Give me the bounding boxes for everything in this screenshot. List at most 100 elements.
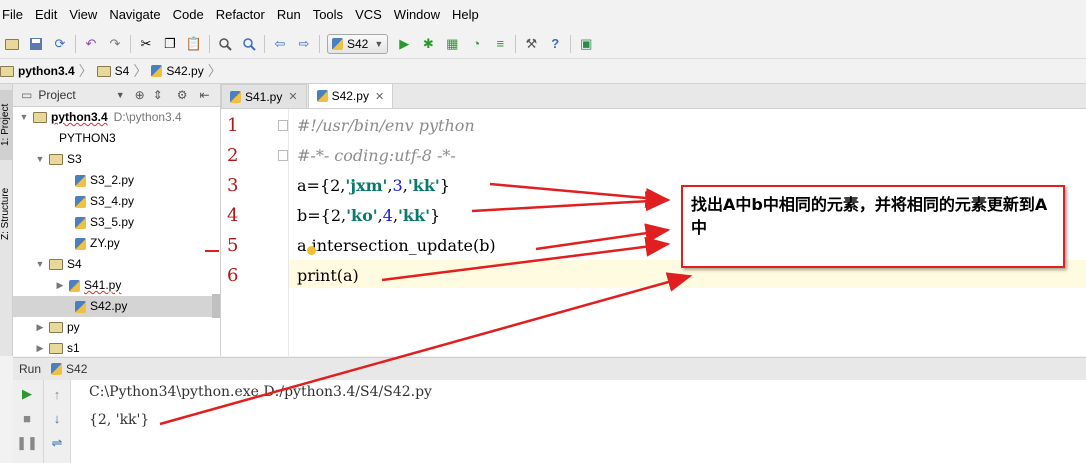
menu-run[interactable]: Run: [271, 0, 307, 30]
menu-view[interactable]: View: [63, 0, 103, 30]
collapse-arrow-icon: ▶: [36, 343, 44, 353]
menu-refactor[interactable]: Refactor: [210, 0, 271, 30]
help-icon[interactable]: ?: [547, 36, 563, 52]
redo-icon[interactable]: ↷: [107, 36, 123, 52]
tree-item-s3-2[interactable]: S3_2.py: [75, 170, 134, 191]
breadcrumb-item[interactable]: S4: [93, 64, 134, 78]
menu-window[interactable]: Window: [388, 0, 446, 30]
code-line-4: b={2,'ko',4,'kk'}: [297, 206, 441, 225]
toolbar-separator: [319, 35, 320, 53]
line-number: 1: [227, 115, 239, 136]
soft-wrap-icon[interactable]: ⇌: [49, 435, 65, 451]
collapse-arrow-icon: ▶: [56, 280, 64, 290]
project-tool-tab[interactable]: 1: Project: [0, 90, 12, 160]
pause-icon[interactable]: ❚❚: [16, 435, 38, 451]
hide-panel-icon[interactable]: ⇤: [200, 88, 210, 102]
run-panel-config[interactable]: S42: [66, 362, 87, 376]
toolbar-separator: [209, 35, 210, 53]
menu-tools[interactable]: Tools: [307, 0, 349, 30]
fold-marker-icon[interactable]: [278, 150, 288, 161]
replace-icon[interactable]: [241, 36, 257, 52]
sync-icon[interactable]: ⟳: [52, 36, 68, 52]
python-file-icon: [316, 90, 328, 102]
breadcrumb-item[interactable]: S42.py: [147, 64, 207, 78]
run-config-select[interactable]: S42 ▼: [327, 34, 389, 54]
tree-item-s41[interactable]: ▶ S41.py: [55, 275, 122, 296]
tree-item-s1[interactable]: ▶ s1: [35, 338, 80, 359]
tree-item-s4[interactable]: ▼ S4: [35, 254, 82, 275]
line-number: 2: [227, 145, 239, 166]
settings-icon[interactable]: ⚒: [523, 36, 539, 52]
coverage-icon[interactable]: ▦: [444, 36, 460, 52]
run-config-label: S42: [347, 37, 369, 51]
run-panel-title[interactable]: Run: [19, 362, 41, 376]
rerun-icon[interactable]: ▶: [19, 386, 35, 402]
concurrency-icon[interactable]: ≡: [492, 36, 508, 52]
python-file-icon: [332, 38, 343, 50]
close-icon[interactable]: ✕: [375, 90, 384, 103]
lightbulb-icon[interactable]: [307, 246, 316, 255]
sdk-icon[interactable]: ▣: [578, 36, 594, 52]
tab-s41[interactable]: S41.py ✕: [221, 84, 307, 108]
copy-icon[interactable]: ❐: [162, 36, 178, 52]
back-icon[interactable]: ⇦: [272, 36, 288, 52]
code-line-3: a={2,'jxm',3,'kk'}: [297, 176, 450, 195]
python-file-icon: [75, 195, 86, 208]
project-view-label[interactable]: Project: [38, 88, 75, 102]
collapse-all-icon[interactable]: ⇕: [153, 88, 163, 102]
folder-open-icon[interactable]: [4, 36, 20, 52]
paste-icon[interactable]: 📋: [186, 36, 202, 52]
tree-root-python3.4[interactable]: ▼ python3.4 D:\python3.4: [19, 107, 182, 128]
console-line-output: {2, 'kk'}: [89, 412, 150, 428]
scroll-up-icon[interactable]: ↑: [49, 386, 65, 402]
breadcrumb-separator: 〉: [78, 63, 93, 79]
console-line-command: C:\Python34\python.exe D:/python3.4/S4/S…: [89, 384, 432, 400]
run-icon[interactable]: ▶: [396, 36, 412, 52]
tree-item-py[interactable]: ▶ py: [35, 317, 80, 338]
find-icon[interactable]: [217, 36, 233, 52]
annotation-mark: [205, 250, 219, 252]
chevron-down-icon: ▼: [374, 39, 384, 49]
cut-icon[interactable]: ✂: [138, 36, 154, 52]
menu-vcs[interactable]: VCS: [349, 0, 388, 30]
python-file-icon: [151, 65, 163, 77]
menu-edit[interactable]: Edit: [29, 0, 63, 30]
forward-icon[interactable]: ⇨: [296, 36, 312, 52]
annotation-text: 找出A中b中相同的元素，并将相同的元素更新到A中: [691, 195, 1048, 237]
tree-item-s3[interactable]: ▼ S3: [35, 149, 82, 170]
python-file-icon: [69, 279, 80, 292]
scroll-down-icon[interactable]: ↓: [49, 410, 65, 426]
breadcrumb-item[interactable]: python3.4: [0, 64, 79, 78]
structure-tool-tab[interactable]: Z: Structure: [0, 174, 12, 254]
undo-icon[interactable]: ↶: [83, 36, 99, 52]
tree-item-s3-4[interactable]: S3_4.py: [75, 191, 134, 212]
menu-code[interactable]: Code: [167, 0, 210, 30]
menu-navigate[interactable]: Navigate: [103, 0, 166, 30]
gear-icon[interactable]: ⚙: [177, 88, 188, 102]
tree-item-s42[interactable]: S42.py: [13, 296, 212, 317]
debug-icon[interactable]: ✱: [420, 36, 436, 52]
folder-icon: [49, 154, 63, 165]
chevron-down-icon[interactable]: ▼: [116, 90, 125, 100]
run-console[interactable]: C:\Python34\python.exe D:/python3.4/S4/S…: [71, 380, 1086, 463]
fold-marker-icon[interactable]: [278, 120, 288, 131]
tree-item-zy[interactable]: ZY.py: [75, 233, 120, 254]
save-icon[interactable]: [28, 36, 44, 52]
project-view-icon: ▭: [21, 88, 33, 102]
tool-window-strip: 1: Project Z: Structure: [0, 84, 13, 356]
tab-s42[interactable]: S42.py ✕: [307, 83, 394, 108]
stop-icon[interactable]: ■: [19, 410, 35, 426]
close-icon[interactable]: ✕: [288, 90, 297, 103]
menu-help[interactable]: Help: [446, 0, 485, 30]
tree-item-s3-5[interactable]: S3_5.py: [75, 212, 134, 233]
annotation-callout: 找出A中b中相同的元素，并将相同的元素更新到A中: [681, 185, 1065, 268]
expand-arrow-icon: ▼: [35, 259, 45, 269]
menu-file[interactable]: File: [0, 0, 29, 30]
folder-icon: [49, 322, 63, 333]
line-number: 3: [227, 175, 239, 196]
tree-item-python3[interactable]: PYTHON3: [59, 128, 116, 149]
toolbar: ⟳ ↶ ↷ ✂ ❐ 📋 ⇦ ⇨ S42 ▼ ▶ ✱ ▦ ◔ ≡ ⚒ ? ▣: [0, 30, 1086, 59]
project-scrollbar[interactable]: [212, 294, 220, 318]
sync-tree-icon[interactable]: ⊕: [135, 88, 145, 102]
profile-icon[interactable]: ◔: [468, 36, 484, 52]
